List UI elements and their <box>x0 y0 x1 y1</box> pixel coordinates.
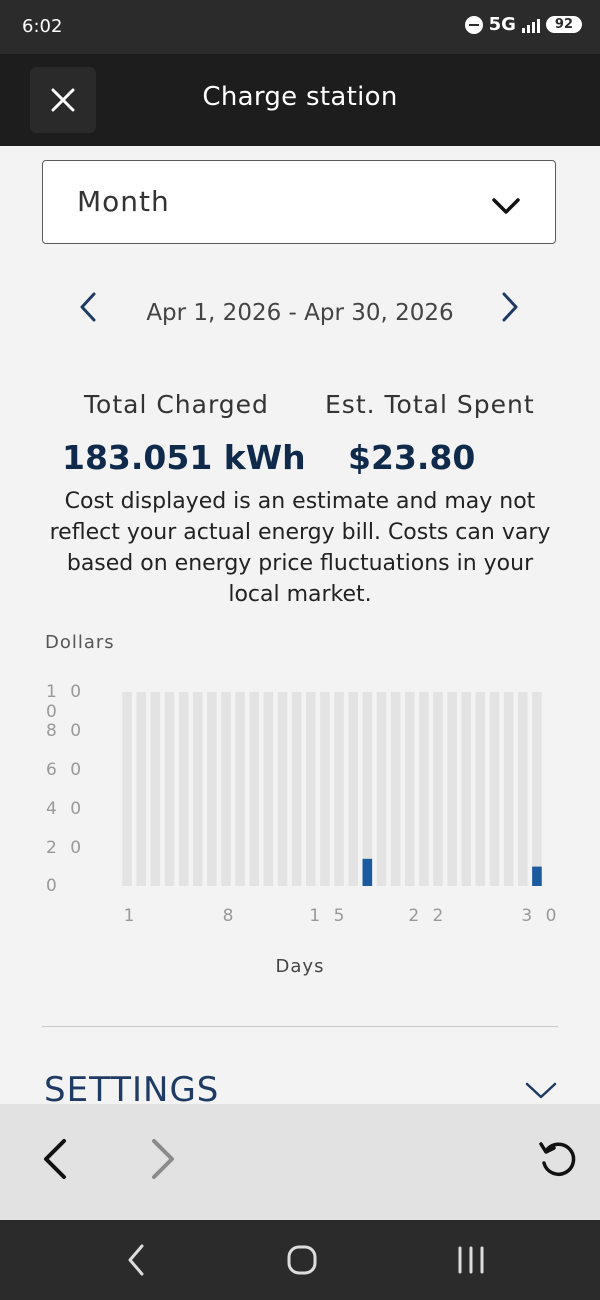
do-not-disturb-icon <box>464 15 483 34</box>
bar-track-day-24 <box>447 692 457 886</box>
reload-icon[interactable] <box>536 1137 580 1181</box>
bar-track-day-14 <box>305 692 316 886</box>
bar-track-day-18 <box>362 692 373 886</box>
bar-track-day-12 <box>277 692 288 886</box>
bar-track-day-29 <box>517 692 528 886</box>
total-spent-value: $23.80 <box>348 438 476 477</box>
x-tick: 1 <box>123 906 139 926</box>
y-tick: 0 <box>46 876 61 896</box>
bar-track-day-28 <box>503 692 514 886</box>
network-type: 5G <box>488 14 516 35</box>
system-navigation-bar <box>0 1220 600 1300</box>
bar-day-18[interactable] <box>362 858 373 886</box>
y-tick: 1 0 0 <box>46 682 86 722</box>
browser-toolbar <box>0 1104 600 1220</box>
bar-track-day-7 <box>207 692 217 886</box>
total-spent-label: Est. Total Spent <box>325 390 535 419</box>
bar-track-day-25 <box>461 692 472 886</box>
bar-track-day-27 <box>489 692 500 886</box>
bar-track-day-2 <box>136 692 147 886</box>
chevron-down-icon <box>492 198 520 214</box>
bar-track-day-22 <box>419 692 429 886</box>
browser-back-button[interactable] <box>40 1137 70 1181</box>
app-header: Charge station <box>0 54 600 146</box>
chart-y-axis-label: Dollars <box>45 632 115 653</box>
browser-forward-button[interactable] <box>148 1137 178 1181</box>
bar-track-day-5 <box>178 692 189 886</box>
page-title: Charge station <box>202 82 398 112</box>
status-bar: 6:02 5G 92 <box>0 0 600 54</box>
chart-x-axis-label: Days <box>275 956 325 977</box>
bar-track-day-21 <box>404 692 415 886</box>
next-period-button[interactable] <box>498 290 522 324</box>
signal-icon <box>521 17 540 33</box>
bar-track-day-19 <box>376 692 387 886</box>
x-tick: 3 0 <box>521 906 561 926</box>
bar-track-day-3 <box>150 692 161 886</box>
x-tick: 8 <box>222 906 238 926</box>
date-navigator: Apr 1, 2026 - Apr 30, 2026 <box>0 286 600 336</box>
bar-track-day-26 <box>475 692 486 886</box>
y-tick: 2 0 <box>46 838 86 858</box>
y-tick: 6 0 <box>46 760 86 780</box>
bar-track-day-9 <box>235 692 245 886</box>
period-dropdown-value: Month <box>77 185 170 218</box>
total-charged-value: 183.051 kWh <box>62 438 306 477</box>
section-divider <box>42 1026 558 1027</box>
bar-track-day-4 <box>164 692 175 886</box>
x-tick: 2 2 <box>408 906 448 926</box>
chevron-down-icon[interactable] <box>524 1080 558 1100</box>
bar-track-day-20 <box>390 692 401 886</box>
y-tick: 8 0 <box>46 721 86 741</box>
bar-track-day-16 <box>334 692 344 886</box>
daily-cost-chart <box>122 692 542 886</box>
bar-track-day-10 <box>249 692 260 886</box>
bar-track-day-13 <box>291 692 302 886</box>
bar-track-day-8 <box>221 692 231 886</box>
period-dropdown[interactable]: Month <box>42 160 556 244</box>
bar-track-day-15 <box>320 692 330 886</box>
system-back-button[interactable] <box>122 1242 152 1278</box>
bar-track-day-23 <box>433 692 443 886</box>
battery-level: 92 <box>545 16 582 33</box>
total-charged-label: Total Charged <box>84 390 269 419</box>
bar-track-day-6 <box>192 692 203 886</box>
x-tick: 1 5 <box>309 906 349 926</box>
bar-track-day-30 <box>532 692 542 886</box>
status-indicators: 5G 92 <box>464 14 582 35</box>
bar-track-day-1 <box>122 692 132 886</box>
status-time: 6:02 <box>22 16 63 37</box>
cost-disclaimer: Cost displayed is an estimate and may no… <box>49 489 551 607</box>
bar-day-30[interactable] <box>532 866 542 886</box>
system-recents-button[interactable] <box>456 1246 486 1274</box>
bar-track-day-11 <box>263 692 274 886</box>
system-home-button[interactable] <box>286 1244 318 1276</box>
bar-track-day-17 <box>348 692 359 886</box>
y-tick: 4 0 <box>46 799 86 819</box>
